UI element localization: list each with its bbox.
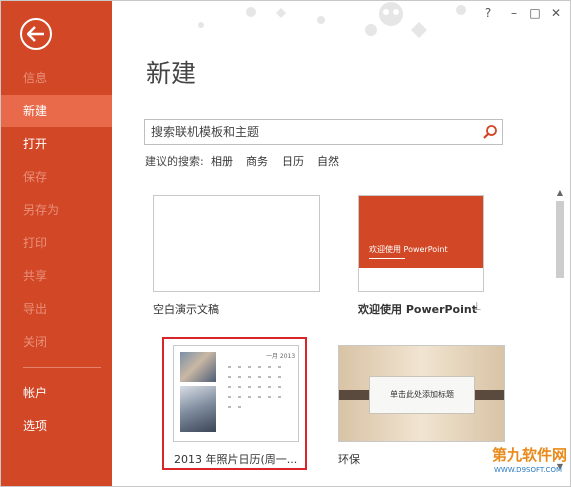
site-watermark: 第九软件网 WWW.D9SOFT.COM	[492, 444, 570, 484]
template-eco-thumbnail[interactable]: 单击此处添加标题	[338, 345, 505, 442]
nav-print: 打印	[23, 236, 48, 250]
welcome-slide-text: 欢迎使用 PowerPoint	[369, 245, 448, 254]
eco-title-box: 单击此处添加标题	[369, 376, 475, 414]
watermark-url: WWW.D9SOFT.COM	[494, 466, 562, 474]
backstage-sidebar: 信息 新建 打开 保存 另存为 打印 共享 导出 关闭 帐户 选项	[1, 1, 112, 486]
eco-title-text: 单击此处添加标题	[390, 390, 454, 399]
watermark-title: 第九软件网	[492, 446, 568, 464]
template-blank-thumbnail[interactable]	[153, 195, 320, 292]
nav-options[interactable]: 选项	[1, 410, 112, 442]
nav-account[interactable]: 帐户	[1, 377, 112, 409]
suggested-search-link[interactable]: 相册	[211, 153, 233, 169]
scrollbar-thumb[interactable]	[556, 201, 564, 278]
template-eco-label[interactable]: 环保	[338, 451, 360, 467]
nav-close: 关闭	[23, 335, 48, 349]
minimize-button[interactable]: –	[507, 6, 521, 20]
search-icon[interactable]	[482, 124, 498, 140]
suggested-searches-label: 建议的搜索:	[145, 155, 204, 168]
help-button[interactable]: ?	[481, 6, 495, 20]
pin-icon[interactable]: ⊥	[472, 300, 482, 313]
nav-save-as: 另存为	[23, 203, 60, 217]
template-welcome-thumbnail[interactable]: 欢迎使用 PowerPoint	[358, 195, 484, 292]
nav-share: 共享	[23, 269, 48, 283]
selected-template-highlight[interactable]	[162, 337, 307, 470]
search-input[interactable]	[145, 120, 475, 144]
scroll-up-button[interactable]: ▲	[555, 188, 565, 198]
suggested-search-link[interactable]: 日历	[282, 153, 304, 169]
template-blank-label[interactable]: 空白演示文稿	[153, 301, 219, 317]
nav-save: 保存	[23, 170, 48, 184]
welcome-slide-rule	[369, 258, 405, 259]
back-button[interactable]	[20, 18, 52, 50]
maximize-button[interactable]: □	[528, 6, 542, 20]
nav-info: 信息	[23, 71, 48, 85]
search-box	[144, 119, 503, 145]
close-button[interactable]: ✕	[549, 6, 563, 20]
welcome-slide-band: 欢迎使用 PowerPoint	[359, 196, 483, 268]
nav-export: 导出	[23, 302, 48, 316]
suggested-search-link[interactable]: 商务	[246, 153, 268, 169]
page-title: 新建	[146, 59, 197, 88]
nav-new[interactable]: 新建	[1, 95, 112, 127]
sidebar-divider	[23, 367, 101, 368]
back-arrow-icon	[27, 26, 44, 42]
template-welcome-label[interactable]: 欢迎使用 PowerPoint	[358, 301, 477, 317]
nav-open[interactable]: 打开	[1, 128, 112, 160]
suggested-search-link[interactable]: 自然	[317, 153, 339, 169]
